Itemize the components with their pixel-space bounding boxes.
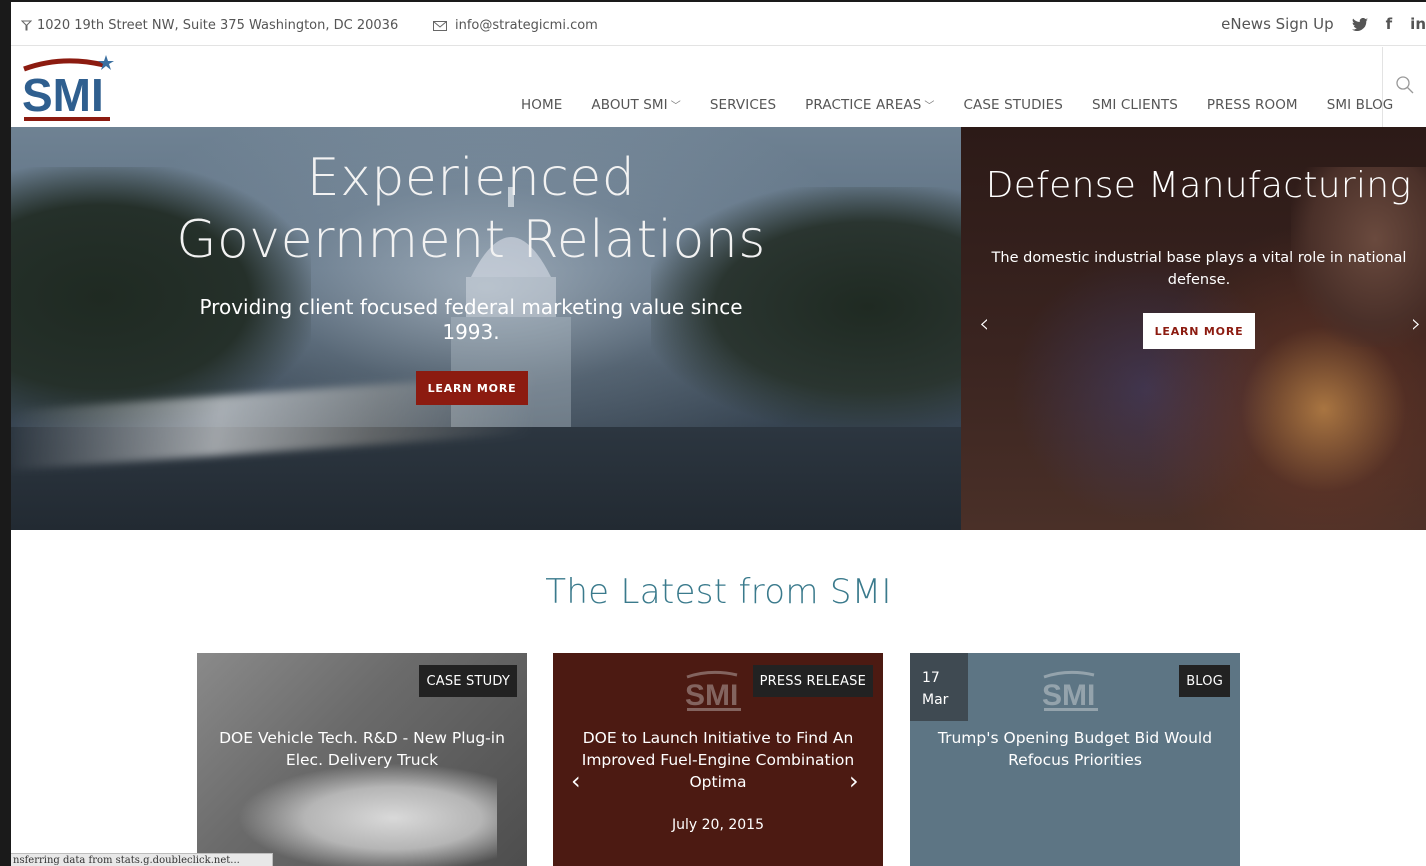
- location-icon: [21, 20, 32, 31]
- learn-more-button[interactable]: LEARN MORE: [416, 371, 528, 405]
- email-text: info@strategicmi.com: [455, 18, 598, 33]
- hero-title-line1: Experienced: [306, 148, 636, 208]
- email-link[interactable]: info@strategicmi.com: [433, 18, 598, 33]
- main-nav: HOME ABOUT SMI ﹀ SERVICES PRACTICE AREAS ﹀…: [521, 97, 1393, 113]
- site-header: SMI HOME ABOUT SMI ﹀ SERVICES PRACTICE AR…: [11, 47, 1426, 127]
- top-bar-right: eNews Sign Up f in: [1221, 15, 1426, 33]
- envelope-icon: [433, 20, 447, 31]
- page: 1020 19th Street NW, Suite 375 Washingto…: [0, 0, 1426, 866]
- card-date: July 20, 2015: [672, 817, 764, 833]
- hero-title-line2: Government Relations: [176, 210, 766, 270]
- latest-card-press-release[interactable]: SMI PRESS RELEASE DOE to Launch Initiati…: [553, 653, 883, 866]
- smi-logo-watermark: SMI: [1042, 670, 1098, 712]
- smi-logo-watermark: SMI: [685, 670, 741, 712]
- chevron-down-icon: ﹀: [670, 101, 681, 112]
- hero-title: Experienced Government Relations: [11, 147, 931, 271]
- svg-text:SMI: SMI: [685, 679, 738, 712]
- chevron-down-icon: ﹀: [924, 101, 935, 112]
- search-icon: [1396, 76, 1414, 94]
- search-button[interactable]: [1382, 47, 1426, 127]
- address: 1020 19th Street NW, Suite 375 Washingto…: [21, 18, 398, 33]
- slider-next-arrow-icon[interactable]: ›: [1411, 309, 1421, 339]
- date-box: 17 Mar: [910, 653, 968, 721]
- nav-about-smi[interactable]: ABOUT SMI ﹀: [591, 97, 681, 113]
- twitter-icon[interactable]: [1351, 17, 1368, 31]
- hero-slider: Experienced Government Relations Providi…: [11, 127, 1426, 530]
- slider-prev-arrow-icon[interactable]: ‹: [979, 309, 989, 339]
- card-prev-arrow-icon[interactable]: ‹: [571, 767, 581, 795]
- nav-about-label: ABOUT SMI: [591, 97, 668, 113]
- date-day: 17: [922, 670, 940, 686]
- nav-practice-areas[interactable]: PRACTICE AREAS ﹀: [805, 97, 934, 113]
- enews-signup-link[interactable]: eNews Sign Up: [1221, 15, 1334, 33]
- linkedin-icon[interactable]: in: [1410, 15, 1426, 33]
- nav-practice-label: PRACTICE AREAS: [805, 97, 922, 113]
- defense-text: The domestic industrial base plays a vit…: [991, 250, 1407, 288]
- defense-title: Defense Manufacturing: [985, 165, 1412, 206]
- nav-smi-clients[interactable]: SMI CLIENTS: [1092, 97, 1178, 113]
- card-next-arrow-icon[interactable]: ›: [849, 767, 859, 795]
- browser-status-bar: nsferring data from stats.g.doubleclick.…: [11, 853, 273, 866]
- nav-services[interactable]: SERVICES: [710, 97, 776, 113]
- card-tag: PRESS RELEASE: [752, 665, 873, 697]
- top-bar: 1020 19th Street NW, Suite 375 Washingto…: [11, 2, 1426, 46]
- hero-slide-government: Experienced Government Relations Providi…: [11, 127, 961, 530]
- defense-learn-more-button[interactable]: LEARN MORE: [1143, 313, 1255, 349]
- latest-card-case-study[interactable]: CASE STUDY DOE Vehicle Tech. R&D - New P…: [197, 653, 527, 866]
- latest-card-blog[interactable]: 17 Mar SMI BLOG Trump's Opening Budget B…: [910, 653, 1240, 866]
- smi-logo[interactable]: SMI: [22, 53, 114, 125]
- card-tag: CASE STUDY: [419, 665, 517, 697]
- nav-home[interactable]: HOME: [521, 97, 562, 113]
- card-title[interactable]: DOE Vehicle Tech. R&D - New Plug-in Elec…: [207, 727, 517, 771]
- svg-text:SMI: SMI: [22, 69, 104, 121]
- card-tag: BLOG: [1179, 665, 1230, 697]
- nav-press-room[interactable]: PRESS ROOM: [1207, 97, 1298, 113]
- hero-slide-defense: Defense Manufacturing The domestic indus…: [961, 127, 1426, 530]
- hero-subtitle: Providing client focused federal marketi…: [199, 295, 743, 344]
- date-month: Mar: [922, 692, 949, 708]
- nav-case-studies[interactable]: CASE STUDIES: [964, 97, 1063, 113]
- latest-heading: The Latest from SMI: [545, 572, 892, 612]
- address-text: 1020 19th Street NW, Suite 375 Washingto…: [37, 18, 399, 33]
- facebook-icon[interactable]: f: [1386, 15, 1393, 33]
- card-title[interactable]: DOE to Launch Initiative to Find An Impr…: [563, 727, 873, 793]
- card-title[interactable]: Trump's Opening Budget Bid Would Refocus…: [920, 727, 1230, 771]
- truck-image: [237, 763, 497, 866]
- svg-text:SMI: SMI: [1042, 679, 1095, 712]
